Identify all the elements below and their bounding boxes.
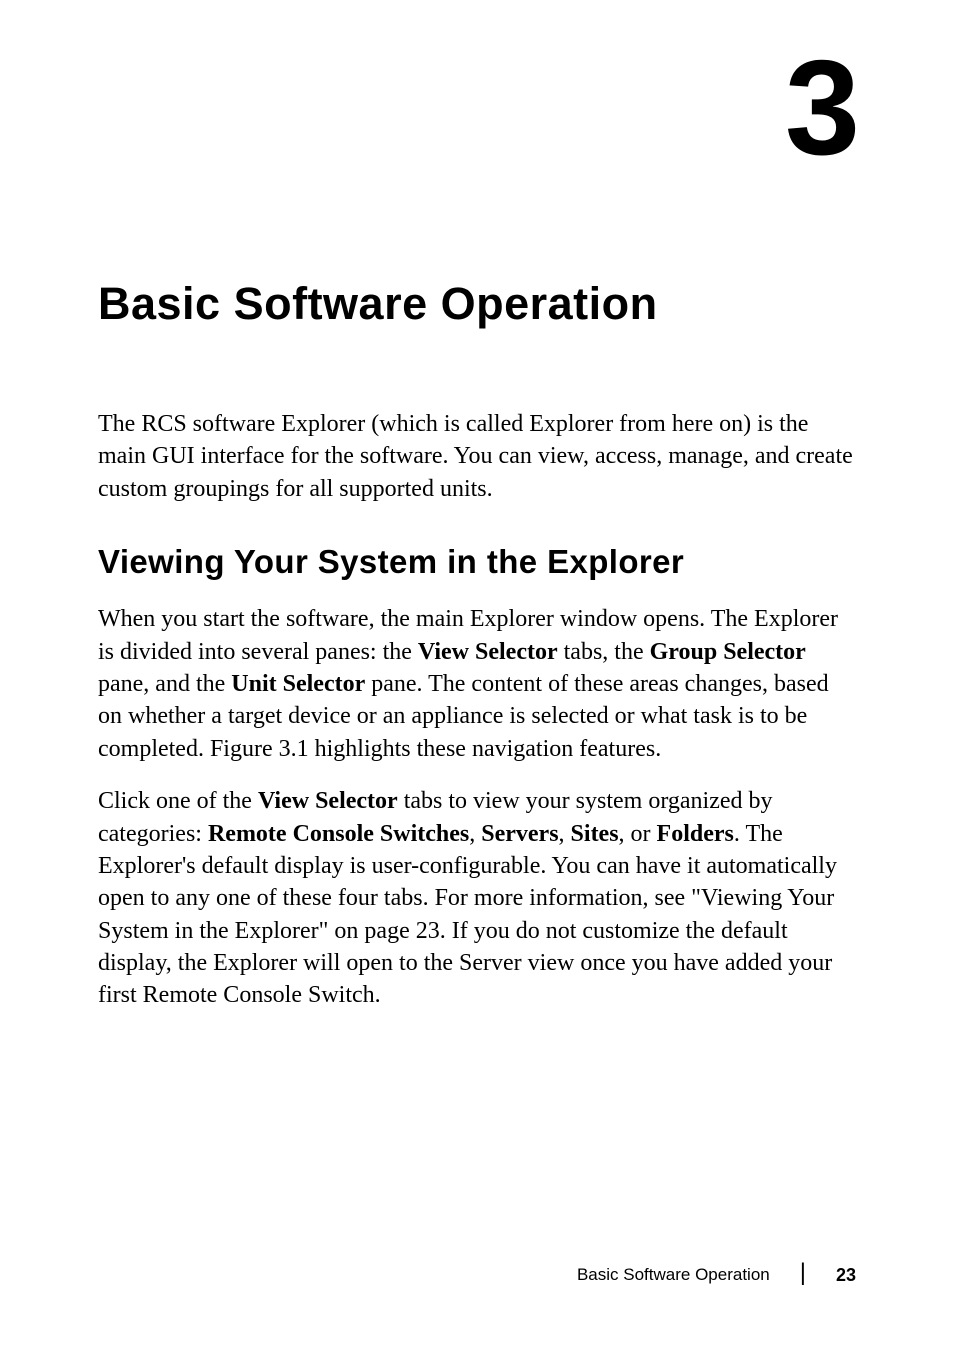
bold-remote-console-switches: Remote Console Switches: [208, 821, 469, 847]
page: 3 Basic Software Operation The RCS softw…: [0, 0, 954, 1351]
text-run: . The Explorer's default display is user…: [98, 821, 837, 1009]
text-run: ,: [469, 821, 481, 847]
section-heading: Viewing Your System in the Explorer: [98, 543, 856, 581]
footer-separator: |: [800, 1259, 806, 1287]
bold-sites: Sites: [571, 821, 619, 847]
chapter-title: Basic Software Operation: [98, 278, 856, 330]
text-run: , or: [619, 821, 657, 847]
footer-page-number: 23: [836, 1265, 856, 1286]
body-paragraph-1: When you start the software, the main Ex…: [98, 603, 856, 765]
bold-folders: Folders: [657, 821, 734, 847]
bold-view-selector: View Selector: [418, 639, 558, 665]
footer-label: Basic Software Operation: [577, 1265, 770, 1285]
page-footer: Basic Software Operation | 23: [577, 1261, 856, 1289]
text-run: Click one of the: [98, 788, 258, 814]
text-run: ,: [559, 821, 571, 847]
bold-unit-selector: Unit Selector: [231, 671, 365, 697]
bold-group-selector: Group Selector: [650, 639, 806, 665]
text-run: pane, and the: [98, 671, 231, 697]
body-paragraph-2: Click one of the View Selector tabs to v…: [98, 785, 856, 1012]
text-run: tabs, the: [558, 639, 650, 665]
chapter-number: 3: [785, 40, 856, 175]
bold-view-selector-2: View Selector: [258, 788, 398, 814]
bold-servers: Servers: [481, 821, 558, 847]
intro-paragraph: The RCS software Explorer (which is call…: [98, 408, 856, 505]
